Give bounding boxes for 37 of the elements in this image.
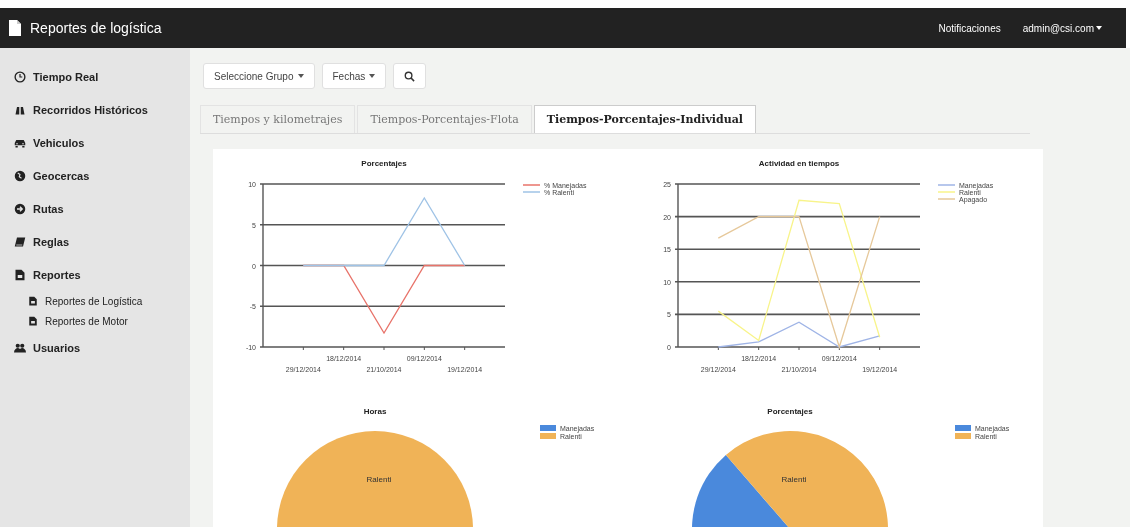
sidebar-item[interactable]: Reglas xyxy=(33,235,70,248)
sidebar-item[interactable]: Vehiculos xyxy=(33,136,85,149)
chart-title: Porcentajes xyxy=(767,407,813,416)
file-icon xyxy=(28,316,38,326)
file-icon xyxy=(28,296,38,306)
arrow-icon xyxy=(14,202,26,215)
app-title[interactable]: Reportes de logística xyxy=(30,20,162,36)
sidebar-item[interactable]: Tiempo Real xyxy=(33,70,99,83)
sidebar-item[interactable]: Recorridos Históricos xyxy=(33,103,148,116)
file-icon xyxy=(14,268,26,281)
caret-icon xyxy=(297,74,304,78)
search-icon xyxy=(404,70,416,82)
dropdown-button[interactable]: Seleccione Grupo xyxy=(203,63,315,89)
chart-title: Porcentajes xyxy=(361,159,407,168)
nav-link[interactable]: Notificaciones xyxy=(938,22,1001,34)
chart-title: Actividad en tiempos xyxy=(758,159,840,168)
slice-label: Ralenti xyxy=(781,475,807,484)
sidebar-subitem[interactable]: Reportes de Motor xyxy=(45,315,128,327)
clock-icon xyxy=(14,70,26,83)
sidebar-item[interactable]: Usuarios xyxy=(33,341,81,354)
nav-link[interactable]: admin@csi.com xyxy=(1022,22,1102,34)
caret-icon xyxy=(369,74,376,78)
book-icon xyxy=(14,235,26,248)
globe-icon xyxy=(14,169,26,182)
tab[interactable]: Tiempos-Porcentajes-Flota xyxy=(357,105,532,133)
sidebar-subitem[interactable]: Reportes de Logística xyxy=(45,295,143,307)
sidebar-item[interactable]: Rutas xyxy=(33,202,64,215)
chart-title: Horas xyxy=(363,407,387,416)
document-icon xyxy=(8,19,22,37)
sidebar-item[interactable]: Reportes xyxy=(33,268,81,281)
users-icon xyxy=(14,341,26,354)
slice-label: Ralenti xyxy=(366,475,392,484)
sidebar-item[interactable]: Geocercas xyxy=(33,169,90,182)
tab[interactable]: Tiempos y kilometrajes xyxy=(200,105,356,133)
search-button[interactable] xyxy=(393,63,427,89)
tab[interactable]: Tiempos-Porcentajes-Individual xyxy=(533,105,756,133)
dropdown-button[interactable]: Fechas xyxy=(321,63,387,89)
